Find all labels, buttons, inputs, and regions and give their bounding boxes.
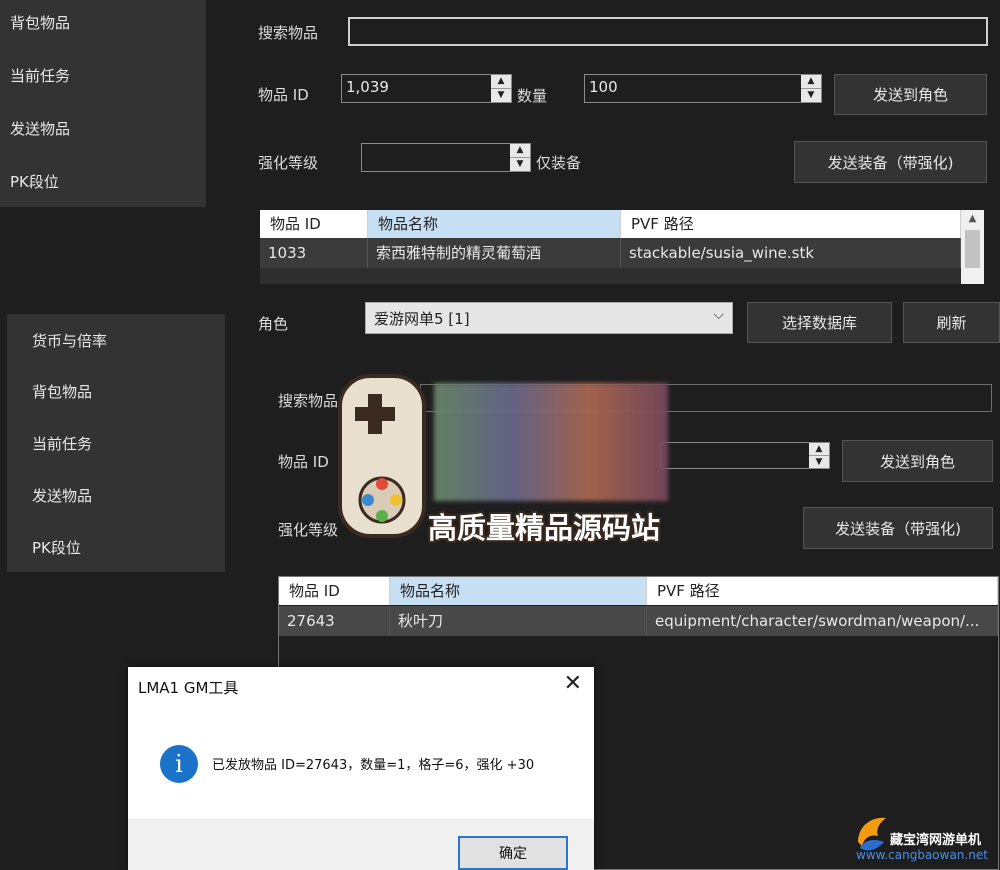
bottom-sidebar-item-currency[interactable]: 货币与倍率	[32, 330, 107, 351]
dialog-message: 已发放物品 ID=27643，数量=1，格子=6，强化 +30	[212, 758, 535, 773]
role-label: 角色	[258, 315, 289, 333]
top-send-to-char-button[interactable]: 发送到角色	[834, 74, 987, 115]
spin-up-icon[interactable]: ▲	[801, 75, 821, 88]
top-col-pvf-path[interactable]: PVF 路径	[621, 210, 961, 238]
top-qty-input[interactable]: 100 ▲ ▼	[584, 74, 822, 103]
cell-item-name: 索西雅特制的精灵葡萄酒	[368, 238, 621, 268]
top-table-scrollbar[interactable]: ▲	[961, 210, 984, 284]
bottom-sidebar-item-send-item[interactable]: 发送物品	[32, 485, 92, 506]
bottom-search-label: 搜索物品	[278, 392, 339, 410]
spin-up-icon[interactable]: ▲	[491, 75, 511, 88]
top-item-id-input[interactable]: 1,039 ▲ ▼	[341, 74, 512, 103]
message-dialog: LMA1 GM工具 ✕ i 已发放物品 ID=27643，数量=1，格子=6，强…	[128, 667, 594, 870]
top-enhance-input[interactable]: ▲ ▼	[361, 143, 531, 172]
bottom-col-item-name[interactable]: 物品名称	[390, 577, 647, 605]
top-qty-spinner[interactable]: ▲ ▼	[801, 75, 821, 102]
bottom-sidebar: 货币与倍率 背包物品 当前任务 发送物品 PK段位	[7, 314, 225, 572]
role-select[interactable]: 爱游网单5 [1] ⌵	[365, 302, 733, 334]
bottom-sidebar-item-backpack[interactable]: 背包物品	[32, 381, 92, 402]
top-search-input[interactable]	[348, 17, 988, 46]
bottom-qty-spinner[interactable]: ▲ ▼	[809, 443, 829, 468]
top-col-item-name[interactable]: 物品名称	[368, 210, 621, 238]
top-sidebar: 背包物品 当前任务 发送物品 PK段位	[0, 0, 206, 207]
bottom-qty-input[interactable]: ▲ ▼	[660, 442, 830, 469]
ok-button[interactable]: 确定	[458, 836, 568, 870]
spin-down-icon[interactable]: ▼	[510, 157, 530, 171]
cell-item-name: 秋叶刀	[390, 606, 647, 636]
top-qty-label: 数量	[517, 87, 548, 105]
bottom-send-to-char-button[interactable]: 发送到角色	[842, 440, 993, 482]
cell-pvf-path: stackable/susia_wine.stk	[621, 238, 961, 268]
top-col-item-id[interactable]: 物品 ID	[260, 210, 368, 238]
close-icon[interactable]: ✕	[564, 671, 582, 696]
overlay-text: 高质量精品源码站	[428, 511, 661, 545]
site-watermark-name: 藏宝湾网游单机	[890, 833, 982, 848]
table-row[interactable]: 27643 秋叶刀 equipment/character/swordman/w…	[279, 606, 998, 636]
table-row[interactable]: 1033 索西雅特制的精灵葡萄酒 stackable/susia_wine.st…	[260, 238, 961, 268]
top-item-table: 物品 ID 物品名称 PVF 路径 1033 索西雅特制的精灵葡萄酒 stack…	[260, 210, 984, 284]
bottom-col-pvf-path[interactable]: PVF 路径	[647, 577, 998, 605]
bottom-sidebar-item-pk-rank[interactable]: PK段位	[32, 537, 81, 558]
role-selected-value: 爱游网单5 [1]	[374, 310, 470, 328]
top-send-equip-button[interactable]: 发送装备（带强化)	[794, 141, 987, 183]
top-sidebar-item-backpack[interactable]: 背包物品	[10, 12, 70, 33]
spin-up-icon[interactable]: ▲	[809, 443, 829, 455]
info-icon: i	[160, 745, 198, 783]
top-item-id-label: 物品 ID	[258, 86, 309, 104]
spin-up-icon[interactable]: ▲	[510, 144, 530, 157]
chevron-down-icon[interactable]: ⌵	[713, 307, 724, 323]
select-database-button[interactable]: 选择数据库	[747, 302, 892, 343]
top-sidebar-item-pk-rank[interactable]: PK段位	[10, 171, 59, 192]
top-qty-value: 100	[589, 78, 618, 96]
top-item-id-value: 1,039	[346, 78, 389, 96]
top-equip-only-label[interactable]: 仅装备	[536, 152, 581, 173]
scroll-up-icon[interactable]: ▲	[961, 210, 984, 228]
cell-item-id: 27643	[279, 606, 390, 636]
top-enhance-label: 强化等级	[258, 154, 319, 172]
scroll-thumb[interactable]	[965, 230, 980, 268]
top-search-label: 搜索物品	[258, 24, 319, 42]
gamepad-logo-icon	[334, 372, 430, 540]
top-item-id-spinner[interactable]: ▲ ▼	[491, 75, 511, 102]
refresh-button[interactable]: 刷新	[903, 302, 1000, 343]
top-enhance-spinner[interactable]: ▲ ▼	[510, 144, 530, 171]
spin-down-icon[interactable]: ▼	[809, 455, 829, 468]
bottom-enhance-label: 强化等级	[278, 521, 339, 539]
top-sidebar-item-current-quest[interactable]: 当前任务	[10, 65, 70, 86]
top-sidebar-item-send-item[interactable]: 发送物品	[10, 118, 70, 139]
cell-pvf-path: equipment/character/swordman/weapon/...	[647, 606, 998, 636]
bottom-item-id-label: 物品 ID	[278, 453, 329, 471]
blurred-overlay	[434, 383, 668, 501]
dialog-title: LMA1 GM工具	[138, 679, 239, 697]
bottom-send-equip-button[interactable]: 发送装备（带强化)	[803, 507, 993, 549]
spin-down-icon[interactable]: ▼	[801, 88, 821, 102]
cell-item-id: 1033	[260, 238, 368, 268]
bottom-col-item-id[interactable]: 物品 ID	[279, 577, 390, 605]
bottom-sidebar-item-current-quest[interactable]: 当前任务	[32, 433, 92, 454]
table-row-partial	[260, 268, 961, 284]
site-watermark-url: www.cangbaowan.net	[856, 848, 988, 862]
spin-down-icon[interactable]: ▼	[491, 88, 511, 102]
